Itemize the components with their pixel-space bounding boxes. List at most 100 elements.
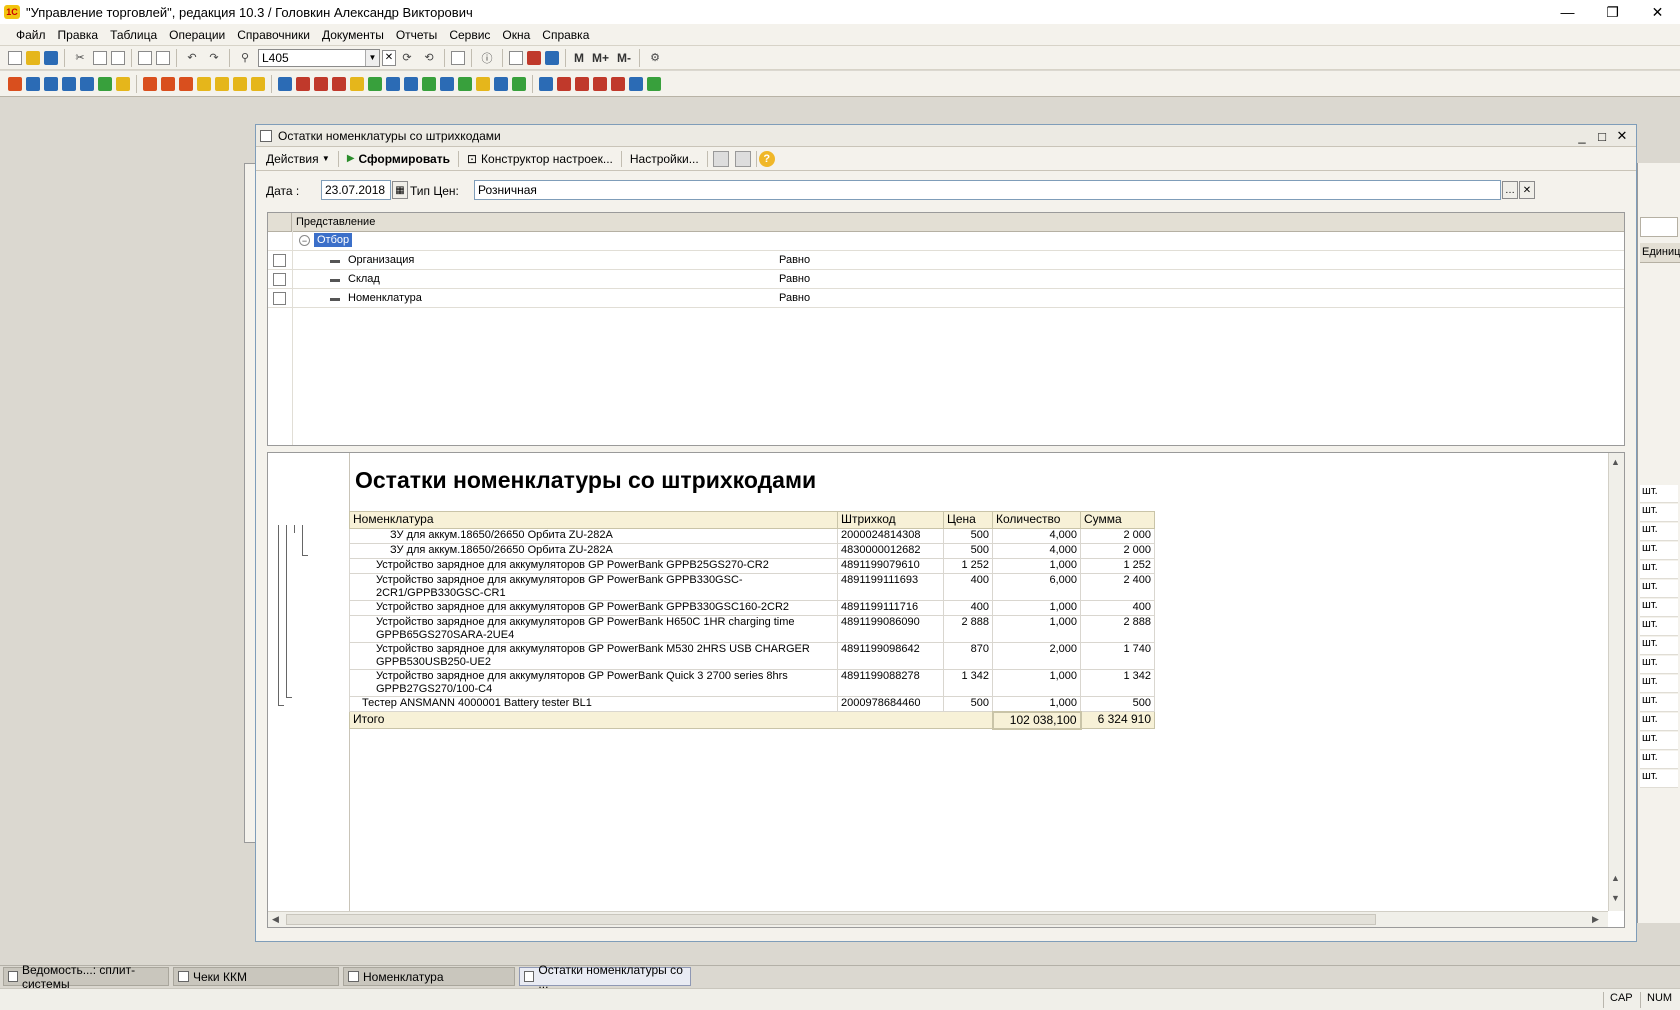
- cell-quantity[interactable]: 1,000: [992, 669, 1081, 697]
- report-flow-icon[interactable]: [593, 76, 607, 91]
- filter-checkbox[interactable]: [273, 273, 286, 286]
- copy-icon[interactable]: [93, 50, 107, 65]
- cell-price[interactable]: 1 342: [943, 669, 993, 697]
- cell-barcode[interactable]: 2000024814308: [837, 528, 944, 544]
- doc-outgoing-icon[interactable]: [296, 76, 310, 91]
- menu-service[interactable]: Сервис: [443, 28, 496, 42]
- date-field[interactable]: 23.07.2018: [321, 180, 391, 200]
- scroll-down-icon[interactable]: ▼: [1611, 893, 1620, 903]
- menu-file[interactable]: Файл: [10, 28, 52, 42]
- cell-quantity[interactable]: 4,000: [992, 543, 1081, 559]
- cell-barcode[interactable]: 4830000012682: [837, 543, 944, 559]
- cell-sum[interactable]: 1 740: [1080, 642, 1155, 670]
- money-icon[interactable]: [197, 76, 211, 91]
- horizontal-scrollbar[interactable]: ◀ ▶: [268, 911, 1608, 927]
- report-stock-icon[interactable]: [557, 76, 571, 91]
- open-folder-icon[interactable]: [26, 50, 40, 65]
- undo-icon[interactable]: ↶: [183, 49, 201, 67]
- save-settings-icon[interactable]: [712, 150, 729, 167]
- stack-icon[interactable]: [44, 76, 58, 91]
- generate-button[interactable]: ▶ Сформировать: [341, 152, 456, 166]
- doc-payment-icon[interactable]: [422, 76, 436, 91]
- filter-row[interactable]: ▬ Склад Равно: [268, 270, 1624, 289]
- doc-check-icon[interactable]: [458, 76, 472, 91]
- filter-checkbox[interactable]: [273, 254, 286, 267]
- search-next-icon[interactable]: ⟳: [398, 49, 416, 67]
- report-maximize-button[interactable]: □: [1592, 128, 1612, 144]
- cell-price[interactable]: 500: [943, 696, 993, 712]
- select-ellipsis-icon[interactable]: …: [1502, 181, 1518, 199]
- coins-icon[interactable]: [251, 76, 265, 91]
- report-minimize-button[interactable]: _: [1572, 128, 1592, 144]
- cell-barcode[interactable]: 4891199111716: [837, 600, 944, 616]
- cell-price[interactable]: 1 252: [943, 558, 993, 574]
- report-spreadsheet[interactable]: Остатки номенклатуры со штрихкодами Номе…: [267, 452, 1625, 928]
- calendar-icon[interactable]: ▦: [392, 181, 408, 199]
- cell-price[interactable]: 2 888: [943, 615, 993, 643]
- doc-return-icon[interactable]: [314, 76, 328, 91]
- help-icon[interactable]: ?: [758, 150, 775, 167]
- doc-incoming-icon[interactable]: [278, 76, 292, 91]
- task-nomenclature[interactable]: Номенклатура: [343, 967, 515, 986]
- cell-quantity[interactable]: 1,000: [992, 615, 1081, 643]
- task-stock-report[interactable]: Остатки номенклатуры со ...: [519, 963, 691, 991]
- doc-assembly-icon[interactable]: [386, 76, 400, 91]
- scrollbar-thumb[interactable]: [286, 914, 1376, 925]
- order-icon[interactable]: [179, 76, 193, 91]
- contacts-icon[interactable]: [80, 76, 94, 91]
- memory-button[interactable]: M: [574, 51, 584, 65]
- filter-condition[interactable]: Равно: [779, 254, 810, 266]
- report-profit-icon[interactable]: [611, 76, 625, 91]
- sales-icon[interactable]: [143, 76, 157, 91]
- cell-nomenclature[interactable]: Устройство зарядное для аккумуляторов GP…: [349, 615, 838, 643]
- cell-barcode[interactable]: 4891199079610: [837, 558, 944, 574]
- report-list-icon[interactable]: [629, 76, 643, 91]
- settings-button[interactable]: Настройки...: [624, 152, 705, 166]
- menu-help[interactable]: Справка: [536, 28, 595, 42]
- cell-nomenclature[interactable]: ЗУ для аккум.18650/26650 Орбита ZU-282A: [349, 528, 838, 544]
- calendar-icon[interactable]: [527, 50, 541, 65]
- doc-writeoff-icon[interactable]: [350, 76, 364, 91]
- menu-edit[interactable]: Правка: [52, 28, 105, 42]
- cell-quantity[interactable]: 1,000: [992, 600, 1081, 616]
- cell-barcode[interactable]: 4891199088278: [837, 669, 944, 697]
- cell-barcode[interactable]: 4891199111693: [837, 573, 944, 601]
- users-icon[interactable]: [545, 50, 559, 65]
- settings-constructor-button[interactable]: ⊡ Конструктор настроек...: [461, 152, 619, 166]
- menu-windows[interactable]: Окна: [496, 28, 536, 42]
- doc-price-icon[interactable]: [404, 76, 418, 91]
- cell-quantity[interactable]: 1,000: [992, 696, 1081, 712]
- cell-quantity[interactable]: 6,000: [992, 573, 1081, 601]
- total-sum[interactable]: 6 324 910: [1080, 711, 1155, 729]
- catalog-icon[interactable]: [8, 76, 22, 91]
- info-icon[interactable]: ⓘ: [478, 49, 496, 67]
- doc-inventory-icon[interactable]: [368, 76, 382, 91]
- menu-table[interactable]: Таблица: [104, 28, 163, 42]
- menu-reports[interactable]: Отчеты: [390, 28, 443, 42]
- minimize-button[interactable]: —: [1545, 0, 1590, 24]
- cell-nomenclature[interactable]: Устройство зарядное для аккумуляторов GP…: [349, 600, 838, 616]
- report-sales-icon[interactable]: [539, 76, 553, 91]
- cell-price[interactable]: 870: [943, 642, 993, 670]
- cell-sum[interactable]: 500: [1080, 696, 1155, 712]
- print-preview-icon[interactable]: [156, 50, 170, 65]
- calc-table-icon[interactable]: [98, 76, 112, 91]
- task-vedomost[interactable]: Ведомость...: сплит-системы: [3, 963, 169, 991]
- restore-button[interactable]: ❐: [1590, 0, 1635, 24]
- cell-quantity[interactable]: 1,000: [992, 558, 1081, 574]
- cell-barcode[interactable]: 2000978684460: [837, 696, 944, 712]
- filter-group-row[interactable]: − Отбор: [268, 232, 1624, 251]
- clear-field-icon[interactable]: ✕: [1519, 181, 1535, 199]
- cell-nomenclature[interactable]: ЗУ для аккум.18650/26650 Орбита ZU-282A: [349, 543, 838, 559]
- save-icon[interactable]: [44, 50, 58, 65]
- doc-transfer-icon[interactable]: [332, 76, 346, 91]
- redo-icon[interactable]: ↷: [205, 49, 223, 67]
- cell-sum[interactable]: 2 888: [1080, 615, 1155, 643]
- search-icon[interactable]: ⚲: [236, 49, 254, 67]
- scroll-left-icon[interactable]: ◀: [272, 914, 279, 925]
- print-forms-icon[interactable]: [62, 76, 76, 91]
- filter-condition[interactable]: Равно: [779, 292, 810, 304]
- menu-documents[interactable]: Документы: [316, 28, 390, 42]
- report-tasks-icon[interactable]: [647, 76, 661, 91]
- cell-nomenclature[interactable]: Устройство зарядное для аккумуляторов GP…: [349, 558, 838, 574]
